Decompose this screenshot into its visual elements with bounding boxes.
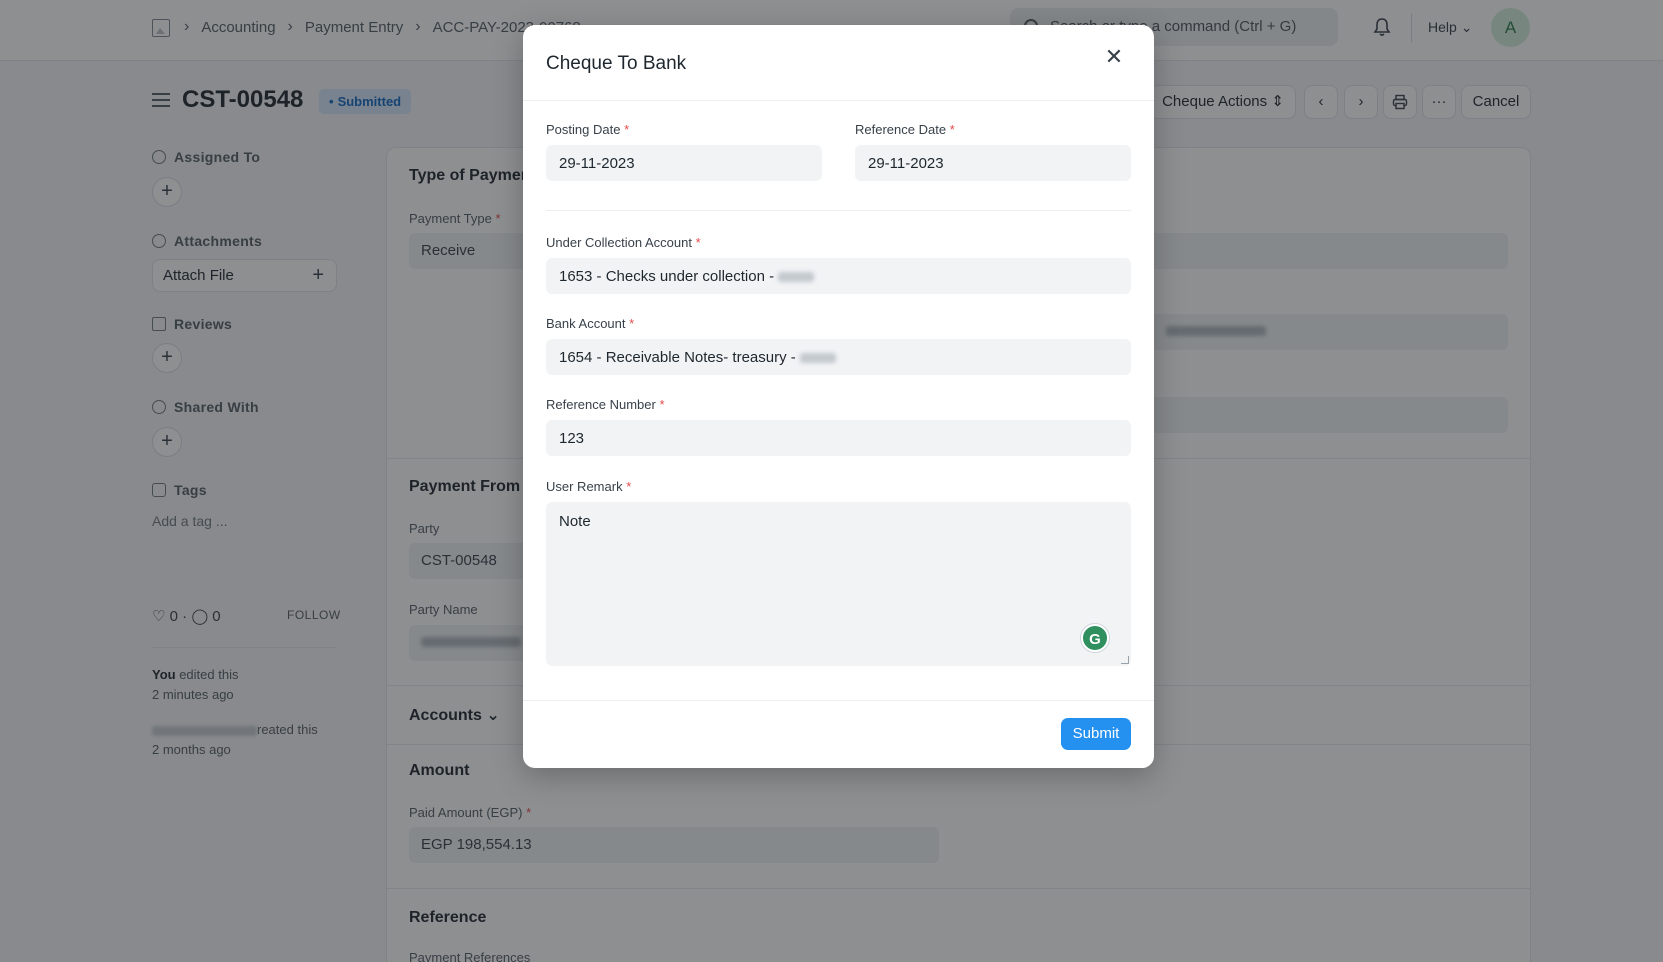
reference-date-input[interactable]: 29-11-2023 <box>855 145 1131 181</box>
dialog-section-divider <box>546 210 1131 211</box>
cheque-to-bank-dialog: Cheque To Bank ✕ Posting Date * 29-11-20… <box>523 25 1154 768</box>
grammarly-icon[interactable]: G <box>1081 624 1109 652</box>
dialog-title: Cheque To Bank <box>546 53 687 74</box>
close-icon[interactable]: ✕ <box>1103 46 1125 69</box>
reference-date-label: Reference Date * <box>855 122 955 137</box>
user-remark-textarea[interactable]: Note <box>546 502 1131 666</box>
under-collection-account-label: Under Collection Account * <box>546 235 701 250</box>
reference-number-input[interactable]: 123 <box>546 420 1131 456</box>
resize-handle-icon[interactable] <box>1121 656 1129 664</box>
posting-date-input[interactable]: 29-11-2023 <box>546 145 822 181</box>
under-collection-account-value: 1653 - Checks under collection - <box>559 268 775 285</box>
redacted-value <box>799 353 836 364</box>
bank-account-input[interactable]: 1654 - Receivable Notes- treasury - <box>546 339 1131 375</box>
bank-account-value: 1654 - Receivable Notes- treasury - <box>559 349 796 366</box>
reference-number-label: Reference Number * <box>546 397 665 412</box>
posting-date-label: Posting Date * <box>546 122 630 137</box>
dialog-footer-divider <box>523 700 1154 701</box>
dialog-header-divider <box>523 100 1154 101</box>
bank-account-label: Bank Account * <box>546 316 635 331</box>
redacted-value <box>778 272 815 283</box>
under-collection-account-input[interactable]: 1653 - Checks under collection - <box>546 258 1131 294</box>
user-remark-label: User Remark * <box>546 479 632 494</box>
submit-button[interactable]: Submit <box>1061 718 1131 750</box>
